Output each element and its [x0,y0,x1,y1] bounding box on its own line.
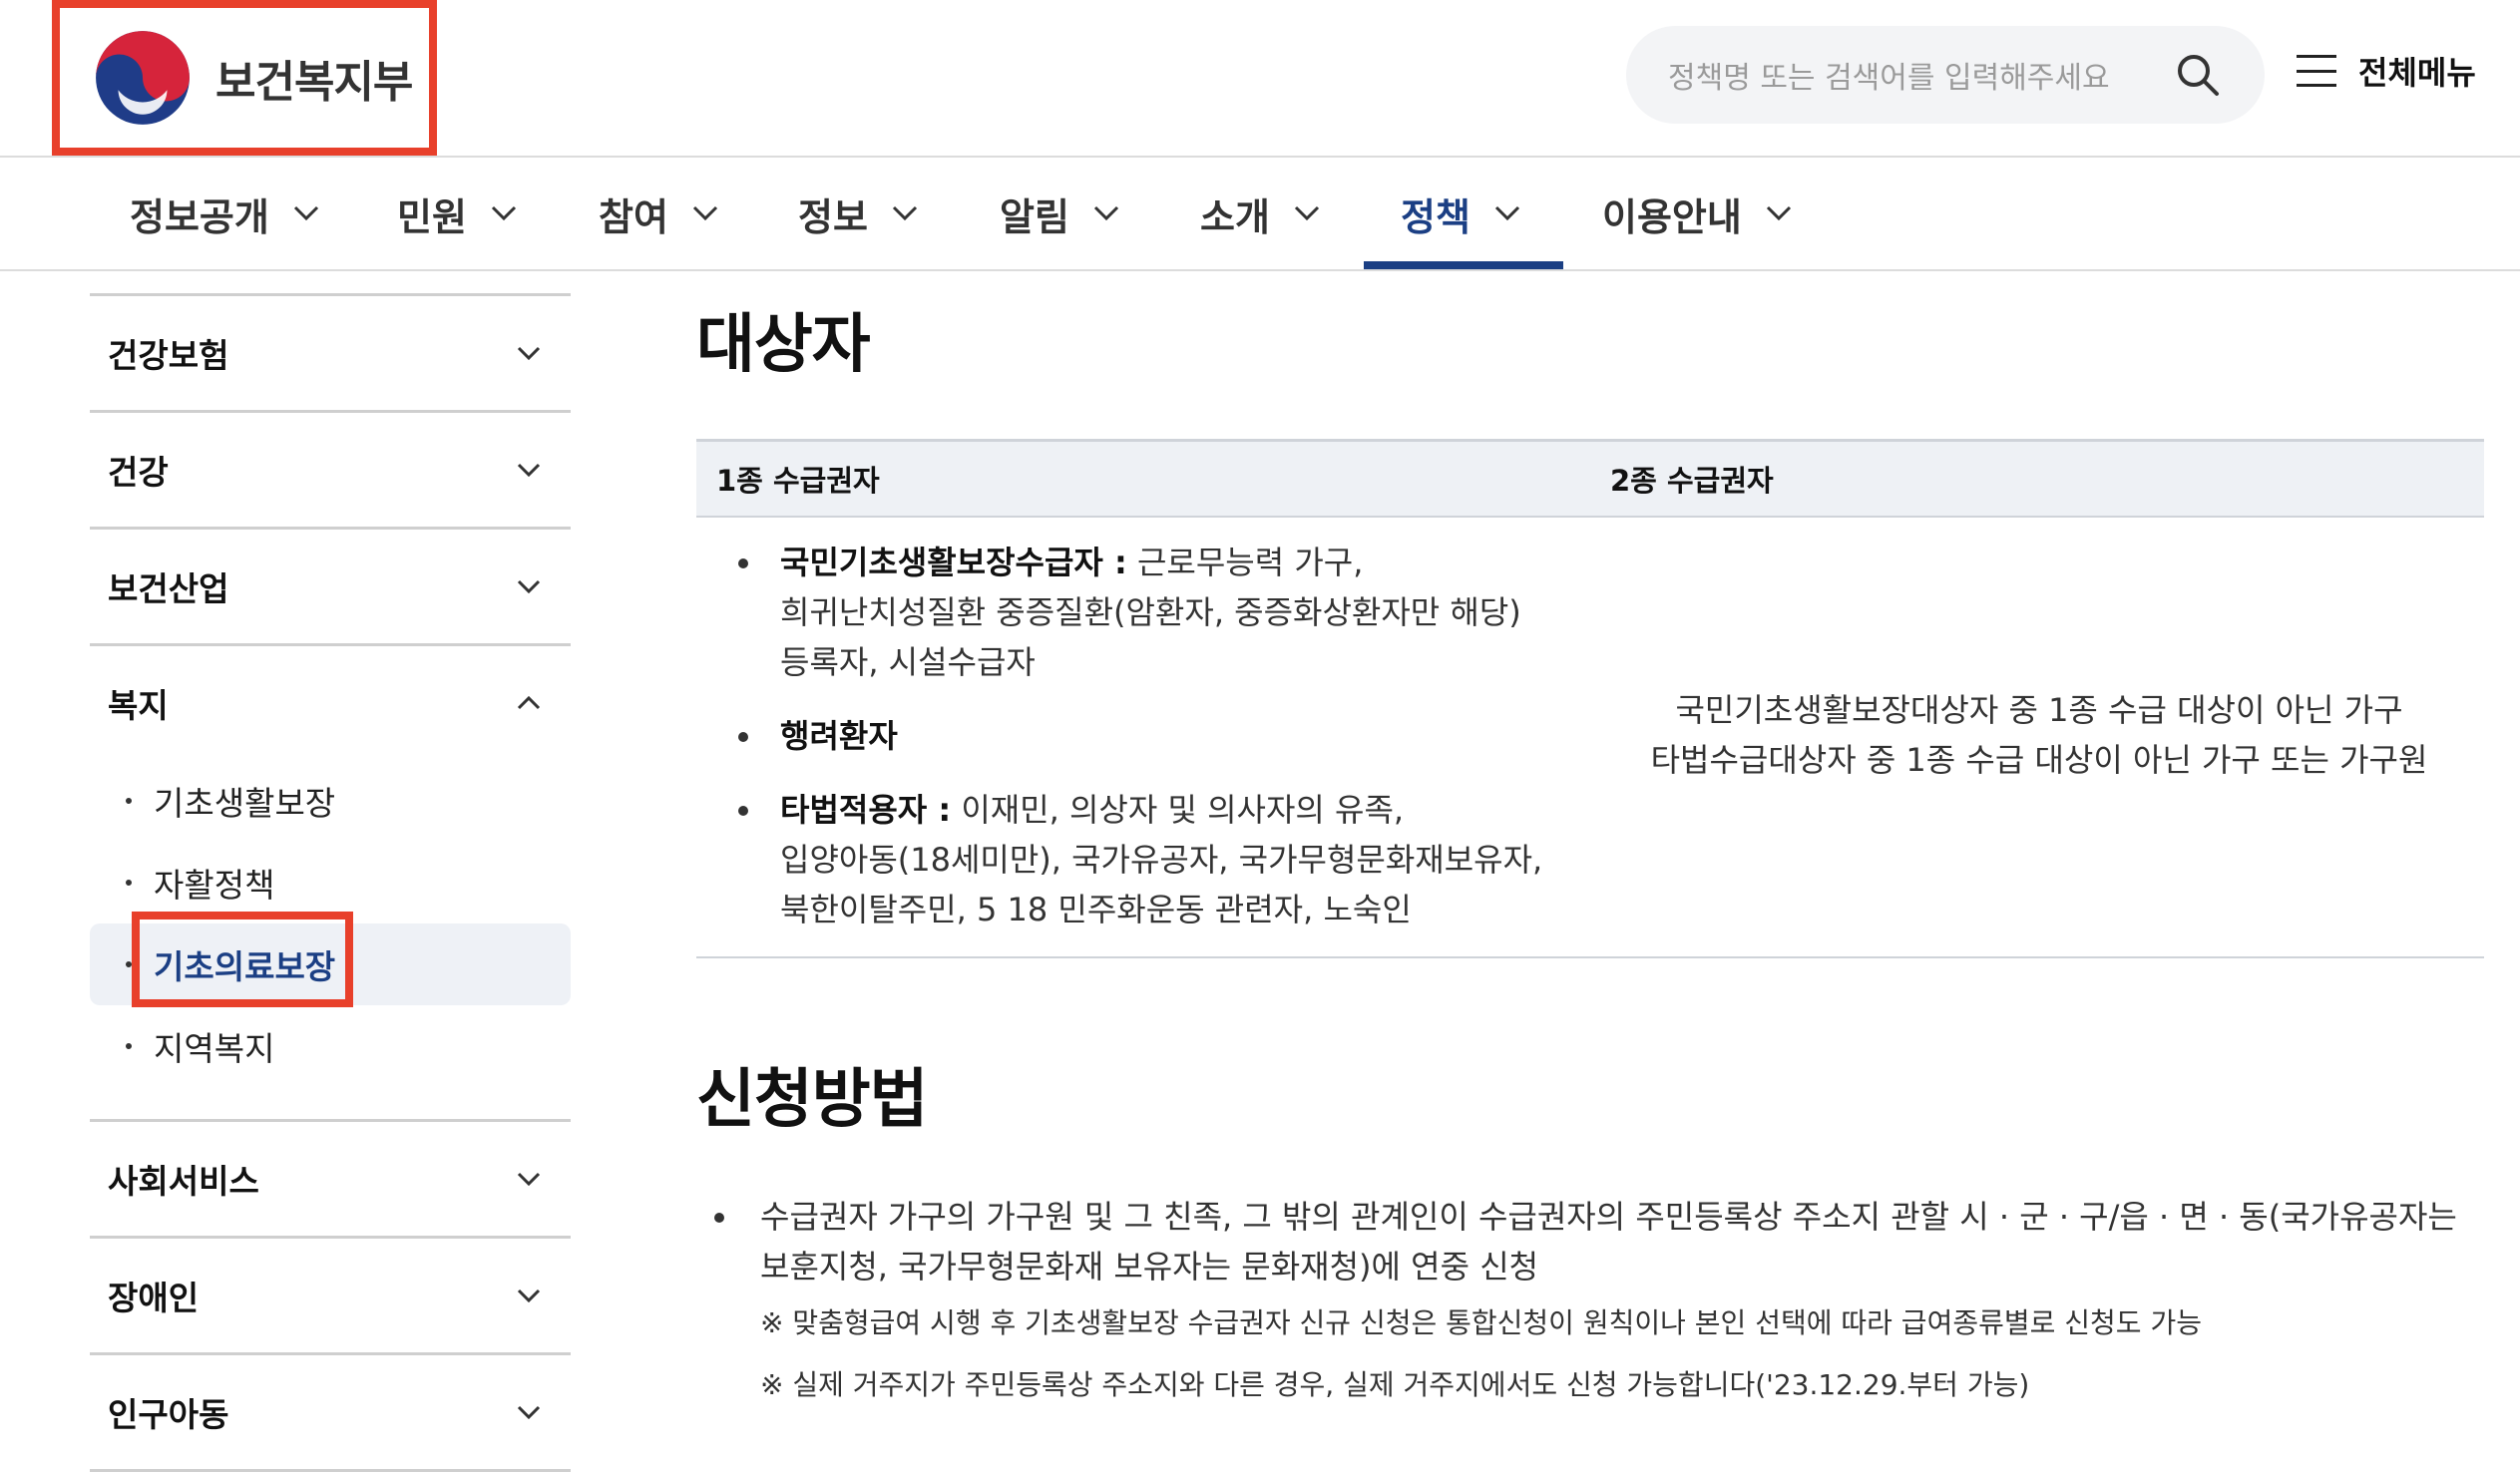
sidebar-item-health[interactable]: 건강 [90,413,571,530]
all-menu-button[interactable]: 전체메뉴 [2297,48,2476,94]
list-item-bold: 행려환자 [780,717,898,755]
nav-item-info-disclosure[interactable]: 정보공개 [130,158,319,269]
nav-label: 정책 [1401,194,1470,239]
chevron-down-icon [517,1172,541,1186]
nav-label: 소개 [1200,194,1270,239]
nav-item-guide[interactable]: 이용안내 [1602,158,1792,269]
chevron-down-icon [892,205,917,221]
cell-line: 타법수급대상자 중 1종 수급 대상이 아닌 가구 또는 가구원 [1650,741,2428,779]
nav-active-indicator [1364,261,1563,269]
list-item: 타법적용자 : 이재민, 의상자 및 의사자의 유족, 입양아동(18세미만),… [730,785,1588,934]
search-box[interactable]: 정책명 또는 검색어를 입력해주세요 [1626,26,2265,124]
chevron-down-icon [517,1405,541,1419]
sidebar-item-label: 장애인 [108,1279,200,1317]
logo-text: 보건복지부 [215,57,413,108]
nav-item-about[interactable]: 소개 [1200,158,1320,269]
table-cell-type1: 국민기초생활보장수급자 : 근로무능력 가구, 희귀난치성질환 중증질환(암환자… [730,538,1588,958]
sidebar-subitem-label: 지역복지 [154,1029,275,1068]
sidebar-subitem-basic-livelihood[interactable]: 기초생활보장 [90,760,571,842]
site-header: 보건복지부 정책명 또는 검색어를 입력해주세요 전체메뉴 [0,0,2520,158]
nav-item-notice[interactable]: 알림 [1000,158,1119,269]
nav-item-participation[interactable]: 참여 [599,158,718,269]
sidebar-item-health-industry[interactable]: 보건산업 [90,530,571,646]
chevron-down-icon [517,1288,541,1302]
bullet [126,1043,132,1049]
note-text: ※ 실제 거주지가 주민등록상 주소지와 다른 경우, 실제 거주지에서도 신청… [760,1368,2030,1401]
sidebar-item-health-insurance[interactable]: 건강보험 [90,296,571,413]
taegeuk-logo-icon [96,31,190,125]
nav-label: 이용안내 [1602,194,1742,239]
sidebar-subitem-local-welfare[interactable]: 지역복지 [90,1005,571,1087]
table-header-cell: 1종 수급권자 [716,464,880,498]
nav-label: 알림 [1000,194,1069,239]
list-item-text: 이재민, 의상자 및 의사자의 유족, [951,791,1405,829]
nav-item-policy[interactable]: 정책 [1401,158,1520,269]
sidebar-subitem-label: 자활정책 [154,866,275,905]
list-item-bold: 타법적용자 : [780,791,952,829]
chevron-down-icon [293,205,318,221]
list-item-line: 등록자, 시설수급자 [780,643,1036,681]
nav-label: 참여 [599,194,668,239]
chevron-down-icon [692,205,717,221]
sidebar-item-label: 건강 [108,453,169,492]
logo-link[interactable]: 보건복지부 [52,0,437,156]
eligibility-table: 1종 수급권자 2종 수급권자 국민기초생활보장수급자 : 근로무능력 가구, … [696,439,2484,958]
apply-text: 보훈지청, 국가무형문화재 보유자는 문화재청)에 연중 신청 [760,1248,1539,1286]
nav-label: 정보 [798,194,868,239]
sidebar-item-population-children[interactable]: 인구아동 [90,1355,571,1472]
main-content: 대상자 1종 수급권자 2종 수급권자 국민기초생활보장수급자 : 근로무능력 … [696,293,2484,1405]
list-item-text: 근로무능력 가구, [1126,544,1364,581]
all-menu-label: 전체메뉴 [2358,54,2476,92]
sidebar-item-disabled[interactable]: 장애인 [90,1239,571,1355]
chevron-down-icon [517,463,541,477]
list-item-bold: 국민기초생활보장수급자 : [780,544,1127,581]
section-title-application: 신청방법 [696,1063,929,1137]
sidebar-subitem-medical-aid[interactable]: 기초의료보장 [90,912,571,1007]
chevron-down-icon [1093,205,1118,221]
table-cell-type2: 국민기초생활보장대상자 중 1종 수급 대상이 아닌 가구 타법수급대상자 중 … [1594,685,2484,785]
note-text: ※ 맞춤형급여 시행 후 기초생활보장 수급권자 신규 신청은 통합신청이 원칙… [760,1306,2202,1339]
chevron-up-icon [517,696,541,710]
table-row: 국민기초생활보장수급자 : 근로무능력 가구, 희귀난치성질환 중증질환(암환자… [696,518,2484,958]
sidebar-item-label: 보건산업 [108,569,229,608]
sidebar-group-welfare: 복지 기초생활보장 자활정책 기초의료보장 지역복지 [90,646,571,1122]
section-title-eligibility: 대상자 [696,308,871,382]
table-header-cell: 2종 수급권자 [1610,464,1774,498]
sidebar-item-label: 복지 [108,686,169,725]
highlight-box [132,912,353,1007]
hamburger-icon [2297,55,2336,87]
nav-item-civil-petition[interactable]: 민원 [397,158,517,269]
nav-item-information[interactable]: 정보 [798,158,918,269]
table-header-row: 1종 수급권자 2종 수급권자 [696,442,2484,518]
sidebar-item-welfare[interactable]: 복지 [90,646,571,760]
list-item-line: 희귀난치성질환 중증질환(암환자, 중증화상환자만 해당) [780,593,1521,631]
apply-text: 수급권자 가구의 가구원 및 그 친족, 그 밖의 관계인이 수급권자의 주민등… [760,1198,2457,1236]
chevron-down-icon [517,346,541,360]
sidebar-subitem-label: 기초생활보장 [154,784,336,823]
list-item-line: 입양아동(18세미만), 국가유공자, 국가무형문화재보유자, [780,841,1543,879]
cell-line: 국민기초생활보장대상자 중 1종 수급 대상이 아닌 가구 [1675,691,2403,729]
list-item-line: 북한이탈주민, 5 18 민주화운동 관련자, 노숙인 [780,891,1412,928]
sidebar-item-social-service[interactable]: 사회서비스 [90,1122,571,1239]
sidebar-item-label: 사회서비스 [108,1162,259,1201]
application-section: 신청방법 수급권자 가구의 가구원 및 그 친족, 그 밖의 관계인이 수급권자… [696,1048,2484,1405]
search-icon[interactable] [2173,50,2223,100]
chevron-down-icon [1294,205,1319,221]
chevron-down-icon [517,579,541,593]
bullet [126,798,132,804]
list-item: 행려환자 [730,711,1588,761]
main-navigation: 정보공개 민원 참여 정보 알림 소개 정책 이용안내 [0,158,2520,271]
sidebar-item-label: 인구아동 [108,1395,229,1434]
list-item: 수급권자 가구의 가구원 및 그 친족, 그 밖의 관계인이 수급권자의 주민등… [696,1192,2484,1291]
chevron-down-icon [1494,205,1519,221]
nav-label: 민원 [397,194,467,239]
chevron-down-icon [491,205,516,221]
side-navigation: 건강보험 건강 보건산업 복지 기초생활보장 자활정책 기초의료보장 지역복지 [90,293,571,1472]
list-item: 국민기초생활보장수급자 : 근로무능력 가구, 희귀난치성질환 중증질환(암환자… [730,538,1588,687]
bullet [126,880,132,886]
search-input[interactable]: 정책명 또는 검색어를 입력해주세요 [1668,53,2173,97]
sidebar-item-label: 건강보험 [108,336,229,375]
chevron-down-icon [1766,205,1791,221]
nav-label: 정보공개 [130,194,269,239]
